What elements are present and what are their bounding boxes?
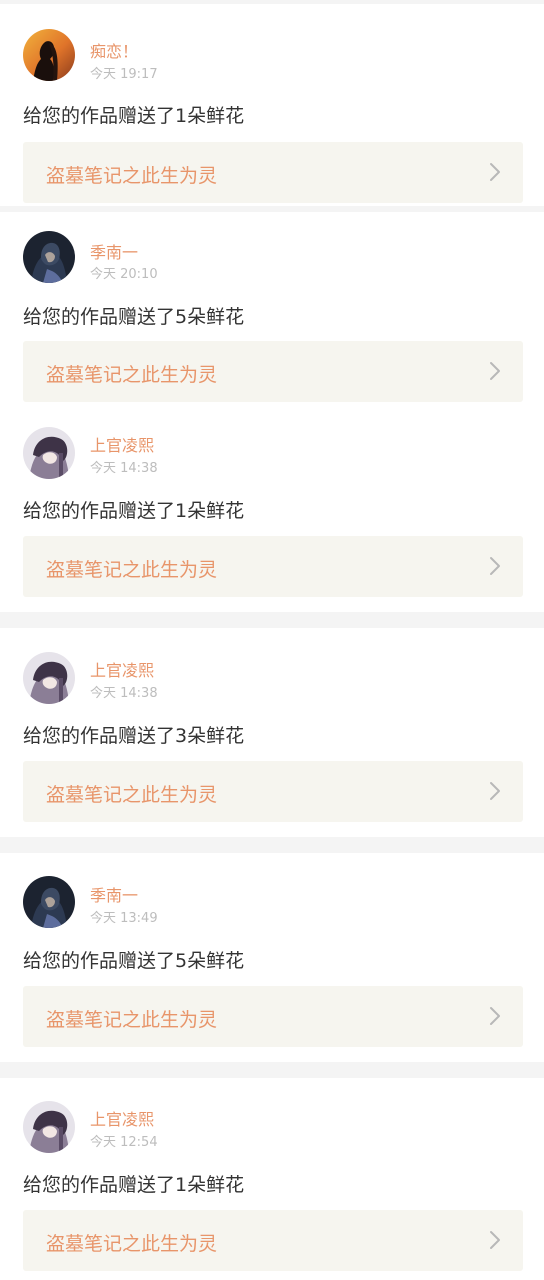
notification-card: 上官凌熙 今天 14:38 给您的作品赠送了3朵鲜花 盗墓笔记之此生为灵	[0, 628, 544, 837]
username[interactable]: 季南一	[90, 882, 138, 906]
user-avatar[interactable]	[23, 29, 75, 81]
timestamp: 今天 12:54	[90, 1135, 158, 1150]
username[interactable]: 上官凌熙	[90, 657, 154, 681]
notification-card: 痴恋！ 今天 19:17 给您的作品赠送了1朵鲜花 盗墓笔记之此生为灵	[0, 4, 544, 206]
gift-message: 给您的作品赠送了1朵鲜花	[23, 500, 245, 522]
gift-message: 给您的作品赠送了1朵鲜花	[23, 105, 245, 127]
work-link[interactable]: 盗墓笔记之此生为灵	[23, 761, 523, 822]
notification-card-selected: 季南一 今天 20:10 给您的作品赠送了5朵鲜花 盗墓笔记之此生为灵	[0, 212, 544, 408]
chevron-right-icon	[490, 1007, 500, 1025]
user-avatar[interactable]	[23, 231, 75, 283]
work-title: 盗墓笔记之此生为灵	[46, 559, 218, 581]
chevron-right-icon	[490, 557, 500, 575]
username[interactable]: 上官凌熙	[90, 432, 154, 456]
gift-message: 给您的作品赠送了1朵鲜花	[23, 1174, 245, 1196]
notification-card: 季南一 今天 13:49 给您的作品赠送了5朵鲜花 盗墓笔记之此生为灵	[0, 853, 544, 1062]
work-link[interactable]: 盗墓笔记之此生为灵	[23, 536, 523, 597]
work-title: 盗墓笔记之此生为灵	[46, 1233, 218, 1255]
username[interactable]: 上官凌熙	[90, 1106, 154, 1130]
chevron-right-icon	[490, 362, 500, 380]
work-link[interactable]: 盗墓笔记之此生为灵	[23, 1210, 523, 1271]
chevron-right-icon	[490, 1231, 500, 1249]
notification-card: 上官凌熙 今天 12:54 给您的作品赠送了1朵鲜花 盗墓笔记之此生为灵	[0, 1078, 544, 1280]
work-link[interactable]: 盗墓笔记之此生为灵	[23, 142, 523, 203]
notification-card: 上官凌熙 今天 14:38 给您的作品赠送了1朵鲜花 盗墓笔记之此生为灵	[0, 408, 544, 612]
work-title: 盗墓笔记之此生为灵	[46, 165, 218, 187]
timestamp: 今天 14:38	[90, 686, 158, 701]
notification-feed: 痴恋！ 今天 19:17 给您的作品赠送了1朵鲜花 盗墓笔记之此生为灵 季南一 …	[0, 0, 544, 1280]
user-avatar[interactable]	[23, 427, 75, 479]
timestamp: 今天 19:17	[90, 67, 158, 82]
timestamp: 今天 13:49	[90, 911, 158, 926]
username[interactable]: 痴恋！	[90, 38, 138, 62]
gift-message: 给您的作品赠送了5朵鲜花	[23, 306, 245, 328]
timestamp: 今天 20:10	[90, 267, 158, 282]
chevron-right-icon	[490, 163, 500, 181]
chevron-right-icon	[490, 782, 500, 800]
user-avatar[interactable]	[23, 652, 75, 704]
user-avatar[interactable]	[23, 876, 75, 928]
user-avatar[interactable]	[23, 1101, 75, 1153]
work-title: 盗墓笔记之此生为灵	[46, 364, 218, 386]
timestamp: 今天 14:38	[90, 461, 158, 476]
work-link[interactable]: 盗墓笔记之此生为灵	[23, 986, 523, 1047]
gift-message: 给您的作品赠送了5朵鲜花	[23, 950, 245, 972]
work-link[interactable]: 盗墓笔记之此生为灵	[23, 341, 523, 402]
username[interactable]: 季南一	[90, 239, 138, 263]
work-title: 盗墓笔记之此生为灵	[46, 1009, 218, 1031]
gift-message: 给您的作品赠送了3朵鲜花	[23, 725, 245, 747]
work-title: 盗墓笔记之此生为灵	[46, 784, 218, 806]
